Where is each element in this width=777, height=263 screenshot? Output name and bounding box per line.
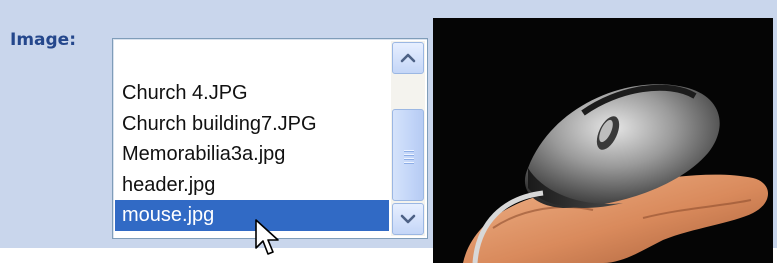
scroll-down-button[interactable] <box>392 203 424 235</box>
image-label: Image: <box>10 30 77 50</box>
listbox-viewport: Church 4.JPG Church building7.JPG Memora… <box>115 41 389 236</box>
list-item[interactable]: header.jpg <box>115 170 389 201</box>
list-item[interactable]: Memorabilia3a.jpg <box>115 139 389 170</box>
scroll-thumb[interactable] <box>392 109 424 201</box>
chevron-up-icon <box>400 53 416 63</box>
list-item-selected[interactable]: mouse.jpg <box>115 200 389 231</box>
chevron-down-icon <box>400 214 416 224</box>
scroll-up-button[interactable] <box>392 42 424 74</box>
list-item[interactable]: Church building7.JPG <box>115 109 389 140</box>
image-preview <box>433 18 773 263</box>
mouse-pointer-icon <box>255 219 279 255</box>
scroll-thumb-grip <box>404 150 414 166</box>
image-listbox[interactable]: Church 4.JPG Church building7.JPG Memora… <box>112 38 428 239</box>
listbox-scrollbar[interactable] <box>391 41 425 236</box>
list-item[interactable]: Church 4.JPG <box>115 78 389 109</box>
listbox-items: Church 4.JPG Church building7.JPG Memora… <box>115 78 389 231</box>
mouse-photo <box>433 18 773 263</box>
